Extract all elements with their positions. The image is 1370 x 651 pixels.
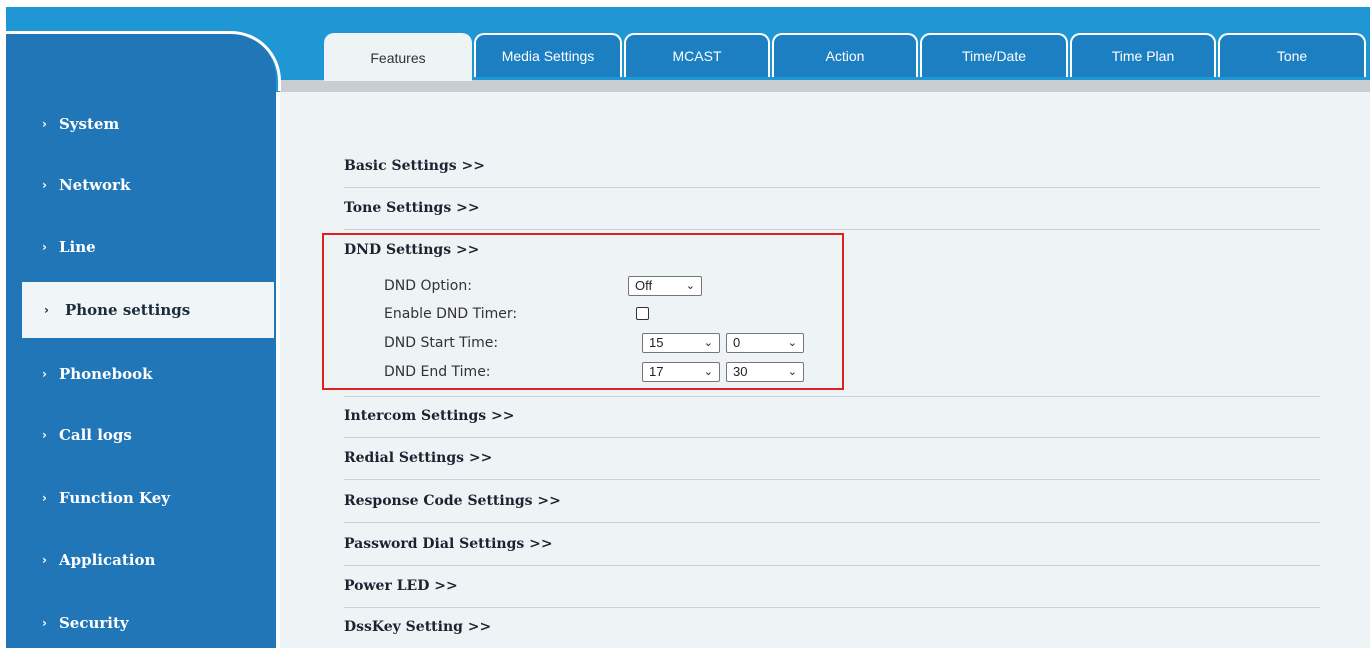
section-link[interactable]: Power LED >> bbox=[344, 578, 458, 594]
tab-label: Time Plan bbox=[1111, 48, 1175, 64]
tab-mcast[interactable]: MCAST bbox=[624, 33, 770, 77]
section-link[interactable]: Redial Settings >> bbox=[344, 450, 492, 466]
tab-label: Action bbox=[825, 48, 865, 64]
select-value: 15 bbox=[649, 335, 664, 350]
section-password-dial-settings: Password Dial Settings >> bbox=[344, 526, 1320, 566]
select-value: 0 bbox=[733, 335, 741, 350]
sidebar-item-label: System bbox=[58, 115, 120, 133]
sidebar-item-label: Phonebook bbox=[58, 365, 153, 383]
section-link[interactable]: Password Dial Settings >> bbox=[344, 536, 553, 552]
section-link[interactable]: Response Code Settings >> bbox=[344, 493, 561, 509]
chevron-right-icon: › bbox=[42, 428, 47, 442]
sidebar-item-label: Call logs bbox=[58, 426, 132, 444]
tab-time-date[interactable]: Time/Date bbox=[920, 33, 1068, 77]
tab-media-settings[interactable]: Media Settings bbox=[474, 33, 622, 77]
sidebar-item-phonebook[interactable]: › Phonebook bbox=[6, 346, 276, 402]
tab-label: MCAST bbox=[672, 48, 722, 64]
dnd-timer-label: Enable DND Timer: bbox=[384, 306, 518, 322]
dnd-option-select[interactable]: Off ⌄ bbox=[628, 276, 702, 296]
tab-label: Time/Date bbox=[961, 48, 1027, 64]
sidebar-item-function-key[interactable]: › Function Key bbox=[6, 470, 276, 526]
sidebar-item-label: Line bbox=[58, 238, 96, 256]
sidebar-item-label: Phone settings bbox=[64, 301, 191, 319]
sidebar-item-line[interactable]: › Line bbox=[6, 219, 276, 275]
select-value: Off bbox=[635, 278, 653, 293]
sidebar-item-label: Network bbox=[58, 176, 131, 194]
chevron-right-icon: › bbox=[42, 616, 47, 630]
dnd-start-hour-select[interactable]: 15 ⌄ bbox=[642, 333, 720, 353]
sidebar-item-label: Function Key bbox=[58, 489, 171, 507]
dnd-timer-checkbox[interactable] bbox=[636, 307, 649, 320]
sidebar-item-label: Security bbox=[58, 614, 129, 632]
section-tone-settings: Tone Settings >> bbox=[344, 190, 1320, 230]
chevron-down-icon: ⌄ bbox=[685, 279, 695, 292]
sidebar-item-network[interactable]: › Network bbox=[6, 157, 276, 213]
sidebar-item-system[interactable]: › System bbox=[6, 96, 276, 152]
tab-label: Media Settings bbox=[501, 48, 595, 64]
chevron-right-icon: › bbox=[44, 303, 49, 317]
tab-tone[interactable]: Tone bbox=[1218, 33, 1366, 77]
sidebar-item-security[interactable]: › Security bbox=[6, 595, 276, 651]
section-link[interactable]: Basic Settings >> bbox=[344, 158, 485, 174]
chevron-right-icon: › bbox=[42, 553, 47, 567]
section-response-code-settings: Response Code Settings >> bbox=[344, 483, 1320, 523]
sidebar-item-label: Application bbox=[58, 551, 156, 569]
section-basic-settings: Basic Settings >> bbox=[344, 148, 1320, 188]
section-intercom-settings: Intercom Settings >> bbox=[344, 398, 1320, 438]
tab-label: Features bbox=[370, 50, 426, 66]
sidebar-item-call-logs[interactable]: › Call logs bbox=[6, 407, 276, 463]
chevron-right-icon: › bbox=[42, 491, 47, 505]
sidebar-item-phone-settings[interactable]: › Phone settings bbox=[22, 282, 274, 338]
chevron-right-icon: › bbox=[42, 240, 47, 254]
dnd-option-label: DND Option: bbox=[384, 278, 472, 294]
header-shadow bbox=[280, 80, 1370, 92]
section-dsskey-setting: DssKey Setting >> bbox=[344, 609, 1320, 649]
chevron-right-icon: › bbox=[42, 367, 47, 381]
chevron-right-icon: › bbox=[42, 178, 47, 192]
tab-action[interactable]: Action bbox=[772, 33, 918, 77]
chevron-right-icon: › bbox=[42, 117, 47, 131]
sidebar-item-application[interactable]: › Application bbox=[6, 532, 276, 588]
tab-time-plan[interactable]: Time Plan bbox=[1070, 33, 1216, 77]
section-power-led: Power LED >> bbox=[344, 568, 1320, 608]
dnd-start-label: DND Start Time: bbox=[384, 335, 499, 351]
section-link[interactable]: DssKey Setting >> bbox=[344, 619, 491, 635]
chevron-down-icon: ⌄ bbox=[787, 336, 797, 349]
chevron-down-icon: ⌄ bbox=[703, 336, 713, 349]
section-link[interactable]: Intercom Settings >> bbox=[344, 408, 514, 424]
tab-features[interactable]: Features bbox=[324, 33, 472, 81]
section-dnd-divider bbox=[344, 357, 1320, 397]
section-link[interactable]: Tone Settings >> bbox=[344, 200, 480, 216]
section-redial-settings: Redial Settings >> bbox=[344, 440, 1320, 480]
dnd-start-minute-select[interactable]: 0 ⌄ bbox=[726, 333, 804, 353]
tab-label: Tone bbox=[1276, 48, 1308, 64]
